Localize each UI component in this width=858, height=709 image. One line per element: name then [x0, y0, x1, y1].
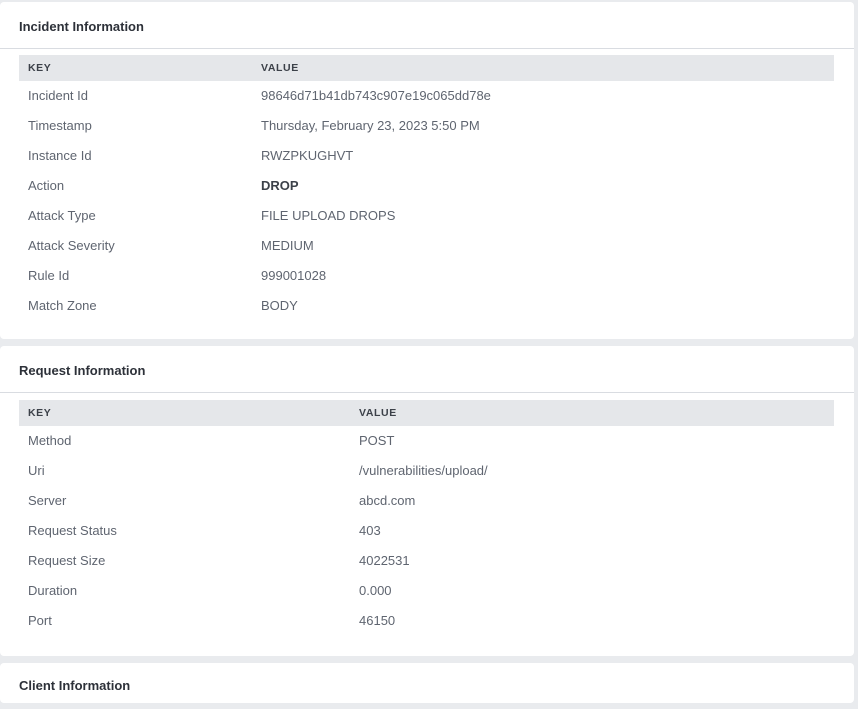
- incident-table: KEY VALUE Incident Id 98646d71b41db743c9…: [19, 55, 834, 321]
- row-key: Match Zone: [28, 298, 97, 313]
- row-value: 46150: [359, 613, 396, 628]
- table-header: KEY VALUE: [19, 400, 834, 426]
- table-row: Request Status 403: [19, 516, 834, 546]
- row-value: abcd.com: [359, 493, 416, 508]
- panel-title: Incident Information: [0, 2, 854, 49]
- row-value: /vulnerabilities/upload/: [359, 463, 488, 478]
- row-value: 98646d71b41db743c907e19c065dd78e: [261, 88, 491, 103]
- row-value: 4022531: [359, 553, 410, 568]
- table-row: Timestamp Thursday, February 23, 2023 5:…: [19, 111, 834, 141]
- row-value: 999001028: [261, 268, 327, 283]
- row-key: Instance Id: [28, 148, 92, 163]
- row-key: Method: [28, 433, 72, 448]
- row-key: Uri: [28, 463, 45, 478]
- table-row: Duration 0.000: [19, 576, 834, 606]
- row-key: Incident Id: [28, 88, 88, 103]
- table-row: Request Size 4022531: [19, 546, 834, 576]
- table-row: Incident Id 98646d71b41db743c907e19c065d…: [19, 81, 834, 111]
- key-column-header: KEY: [28, 407, 52, 419]
- request-table: KEY VALUE Method POST Uri /vulnerabiliti…: [19, 400, 834, 636]
- row-key: Timestamp: [28, 118, 92, 133]
- table-row: Attack Type FILE UPLOAD DROPS: [19, 201, 834, 231]
- row-key: Attack Type: [28, 208, 96, 223]
- row-key: Attack Severity: [28, 238, 115, 253]
- row-key: Action: [28, 178, 65, 193]
- table-row: Action DROP: [19, 171, 834, 201]
- row-key: Port: [28, 613, 52, 628]
- row-value: MEDIUM: [261, 238, 314, 253]
- row-value: RWZPKUGHVT: [261, 148, 354, 163]
- row-value: 403: [359, 523, 381, 538]
- panel-title: Request Information: [0, 346, 854, 393]
- key-column-header: KEY: [28, 62, 52, 74]
- client-information-panel: Client Information: [0, 663, 854, 703]
- row-key: Server: [28, 493, 67, 508]
- table-row: Instance Id RWZPKUGHVT: [19, 141, 834, 171]
- row-key: Request Status: [28, 523, 117, 538]
- value-column-header: VALUE: [359, 407, 397, 419]
- table-header: KEY VALUE: [19, 55, 834, 81]
- table-row: Server abcd.com: [19, 486, 834, 516]
- row-value: FILE UPLOAD DROPS: [261, 208, 396, 223]
- request-information-panel: Request Information KEY VALUE Method POS…: [0, 346, 854, 656]
- row-key: Duration: [28, 583, 78, 598]
- row-value: BODY: [261, 298, 298, 313]
- table-row: Match Zone BODY: [19, 291, 834, 321]
- row-value: 0.000: [359, 583, 392, 598]
- table-row: Attack Severity MEDIUM: [19, 231, 834, 261]
- row-value: POST: [359, 433, 395, 448]
- action-value: DROP: [261, 178, 299, 193]
- table-row: Port 46150: [19, 606, 834, 636]
- table-row: Uri /vulnerabilities/upload/: [19, 456, 834, 486]
- row-key: Request Size: [28, 553, 106, 568]
- value-column-header: VALUE: [261, 62, 299, 74]
- table-row: Method POST: [19, 426, 834, 456]
- panel-title: Client Information: [19, 678, 131, 693]
- row-key: Rule Id: [28, 268, 70, 283]
- row-value: Thursday, February 23, 2023 5:50 PM: [261, 118, 480, 133]
- incident-information-panel: Incident Information KEY VALUE Incident …: [0, 2, 854, 339]
- table-row: Rule Id 999001028: [19, 261, 834, 291]
